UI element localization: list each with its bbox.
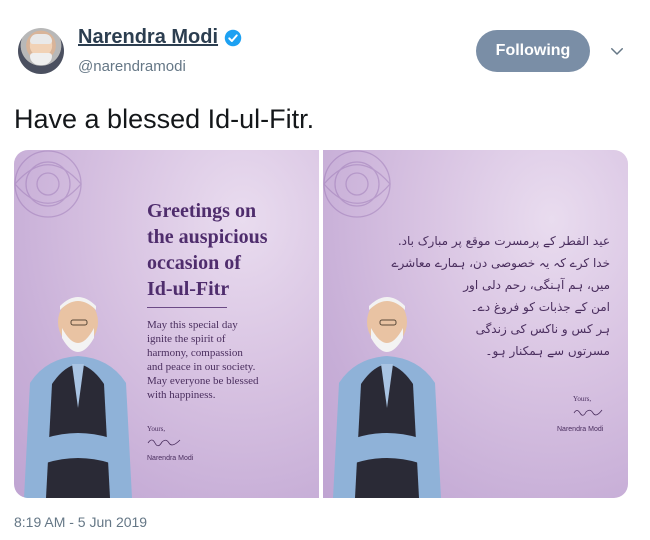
greeting-body: May this special day ignite the spirit o… bbox=[147, 318, 315, 402]
title-line: Greetings on bbox=[147, 200, 257, 222]
body-line: harmony, compassion bbox=[147, 347, 243, 359]
title-line: occasion of bbox=[147, 252, 241, 274]
greeting-title: Greetings on the auspicious occasion of … bbox=[147, 198, 315, 302]
tweet-media: Greetings on the auspicious occasion of … bbox=[14, 150, 628, 498]
tweet-text: Have a blessed Id-ul-Fitr. bbox=[14, 104, 315, 134]
body-line: May everyone be blessed bbox=[147, 375, 259, 387]
signature-icon bbox=[573, 409, 603, 416]
body-line: and peace in our society. bbox=[147, 361, 256, 373]
user-handle[interactable]: @narendramodi bbox=[78, 58, 186, 75]
ornament-icon bbox=[14, 150, 82, 218]
display-name[interactable]: Narendra Modi bbox=[78, 26, 218, 49]
image-card-urdu[interactable]: عید الفطر کے پرمسرت موقع پر مبارک باد. خ… bbox=[323, 150, 628, 498]
signature-icon bbox=[147, 439, 181, 447]
title-line: Id-ul-Fitr bbox=[147, 278, 230, 300]
closing-text: Yours, bbox=[573, 395, 592, 403]
avatar[interactable] bbox=[18, 28, 64, 74]
tweet-header: Narendra Modi @narendramodi Following bbox=[0, 0, 650, 90]
tweet-timestamp[interactable]: 8:19 AM - 5 Jun 2019 bbox=[14, 514, 147, 530]
signer-name: Narendra Modi bbox=[557, 426, 604, 433]
urdu-line: عید الفطر کے پرمسرت موقع پر مبارک باد. bbox=[397, 234, 610, 248]
name-row: Narendra Modi bbox=[78, 26, 242, 49]
verified-badge-icon bbox=[224, 29, 242, 46]
body-line: ignite the spirit of bbox=[147, 333, 226, 345]
body-line: with happiness. bbox=[147, 389, 216, 401]
chevron-down-icon[interactable] bbox=[608, 42, 626, 60]
title-divider bbox=[147, 307, 227, 308]
body-line: May this special day bbox=[147, 319, 238, 331]
image-card-english[interactable]: Greetings on the auspicious occasion of … bbox=[14, 150, 319, 498]
portrait-image bbox=[24, 297, 132, 498]
portrait-image bbox=[333, 297, 441, 498]
urdu-line: خدا کرے کہ یہ خصوصی دن، ہمارے معاشرے bbox=[391, 256, 610, 270]
closing-text: Yours, bbox=[147, 425, 166, 433]
following-button[interactable]: Following bbox=[476, 30, 590, 72]
signer-name: Narendra Modi bbox=[147, 455, 194, 462]
title-line: the auspicious bbox=[147, 226, 268, 248]
